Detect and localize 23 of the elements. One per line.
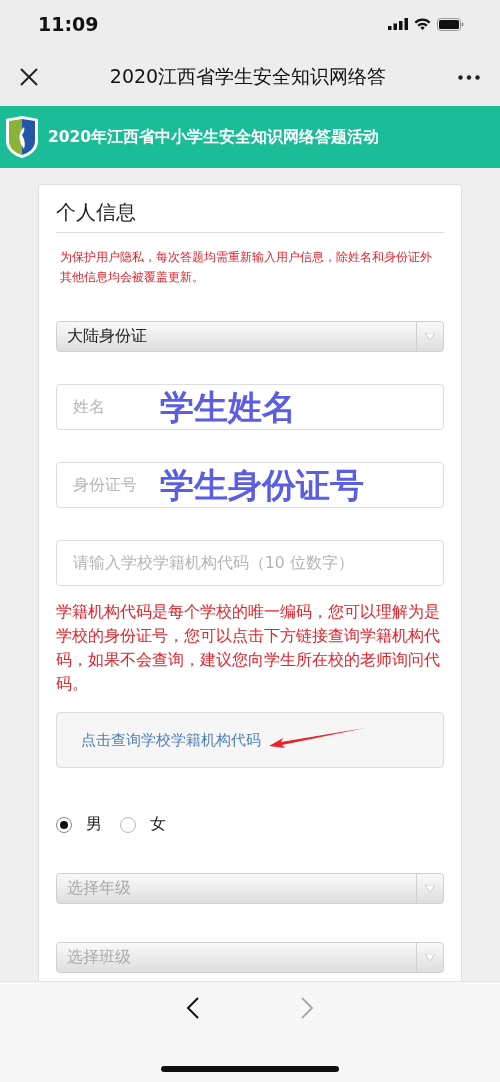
shield-logo-icon	[4, 115, 40, 159]
close-icon[interactable]	[20, 68, 38, 86]
caret-icon	[425, 885, 435, 892]
id-type-dropdown[interactable]: 大陆身份证	[56, 321, 444, 352]
input-field[interactable]: 请输入学校学籍机构代码（10 位数字）	[56, 540, 444, 586]
lookup-link[interactable]: 点击查询学校学籍机构代码	[81, 730, 261, 750]
banner-title: 2020年江西省中小学生安全知识网络答题活动	[48, 126, 380, 148]
gender-radio[interactable]: 女	[120, 814, 166, 835]
back-icon[interactable]	[186, 996, 200, 1020]
wifi-icon	[414, 18, 431, 30]
privacy-notice: 为保护用户隐私，每次答题均需重新输入用户信息，除姓名和身份证外其他信息均会被覆盖更新。	[59, 249, 433, 286]
annotation-text: 学生身份证号	[160, 465, 364, 505]
status-time: 11:09	[38, 13, 99, 35]
page-title: 2020江西省学生安全知识网络答	[108, 64, 388, 89]
battery-icon	[437, 17, 464, 31]
more-icon[interactable]	[458, 74, 480, 80]
gender-radio[interactable]: 男	[56, 814, 102, 835]
annotation-text: 学生姓名	[160, 387, 296, 427]
caret-icon	[425, 954, 435, 961]
code-notice: 学籍机构代码是每个学校的唯一编码，您可以理解为是学校的身份证号，您可以点击下方链接查询学籍机构代码，如果不会查询，建议您向学生所在校的老师询问代码。	[56, 601, 441, 695]
section-heading: 个人信息	[56, 199, 444, 233]
caret-icon	[425, 333, 435, 340]
signal-icon	[388, 18, 408, 30]
